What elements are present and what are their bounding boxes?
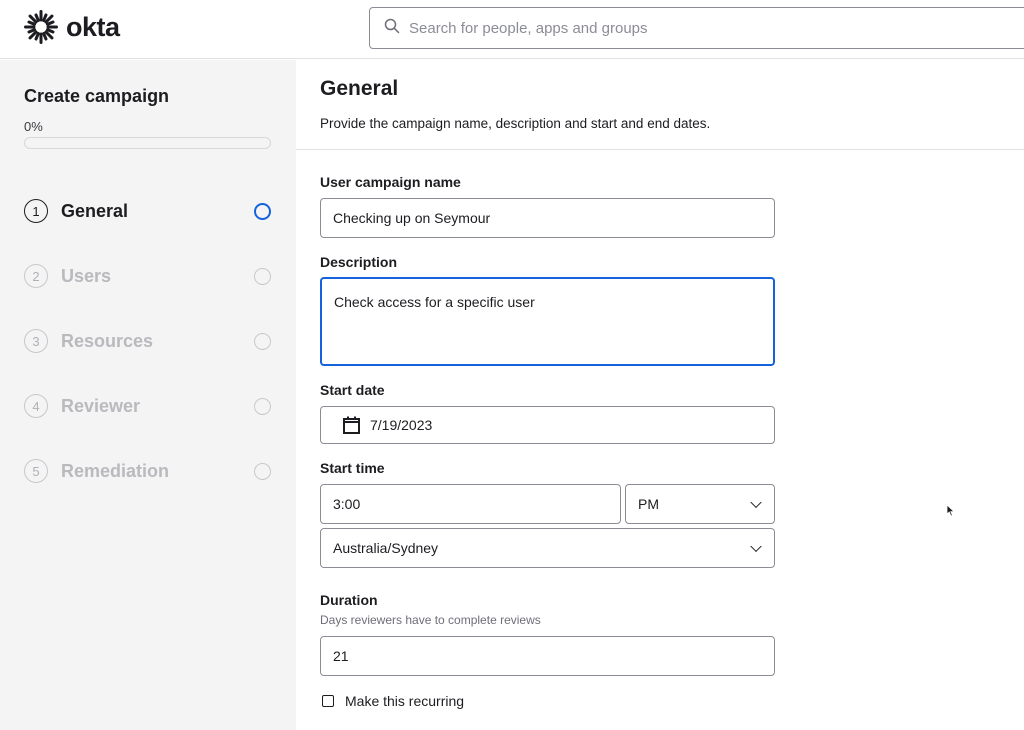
ampm-select[interactable]: PM [625,484,775,524]
duration-field[interactable] [320,636,775,676]
step-remediation[interactable]: 5 Remediation [24,456,280,486]
step-label: Reviewer [61,395,141,416]
start-time-label: Start time [320,460,385,476]
progress-percent: 0% [24,119,43,134]
step-label: Remediation [61,460,170,481]
campaign-sidebar: Create campaign 0% 1 General 2 Users 3 R… [0,60,296,730]
timezone-value: Australia/Sydney [333,540,439,556]
top-bar: okta [0,0,1024,59]
step-number: 3 [24,329,48,353]
page-title: General [320,77,399,100]
search-bar[interactable] [369,7,1024,49]
description-field[interactable] [320,277,775,366]
step-status-icon [254,333,271,350]
duration-label: Duration [320,592,378,608]
search-input[interactable] [409,19,909,37]
step-label: Resources [61,330,154,351]
campaign-name-field[interactable] [320,198,775,238]
campaign-name-label: User campaign name [320,174,461,190]
step-number: 4 [24,394,48,418]
step-label: Users [61,265,112,286]
step-resources[interactable]: 3 Resources [24,326,280,356]
step-number: 5 [24,459,48,483]
step-users[interactable]: 2 Users [24,261,280,291]
timezone-select[interactable]: Australia/Sydney [320,528,775,568]
brand-name: okta [66,12,120,42]
search-icon [384,18,400,39]
step-status-icon [254,398,271,415]
recurring-checkbox[interactable] [322,695,334,707]
start-date-value[interactable]: 7/19/2023 [370,417,432,433]
step-number: 2 [24,264,48,288]
ampm-value: PM [638,496,659,512]
step-status-icon [254,268,271,285]
step-number: 1 [24,199,48,223]
recurring-option[interactable]: Make this recurring [322,693,464,709]
step-general[interactable]: 1 General [24,196,280,226]
page-subtitle: Provide the campaign name, description a… [320,116,711,131]
step-label: General [61,200,129,221]
start-time-field[interactable] [320,484,621,524]
start-date-label: Start date [320,382,385,398]
description-textarea[interactable] [334,293,773,353]
chevron-down-icon [750,540,762,553]
recurring-label: Make this recurring [345,693,465,709]
okta-logo[interactable]: okta [24,10,120,49]
step-status-icon [254,463,271,480]
progress-bar [24,137,271,149]
mouse-cursor-icon [946,504,956,522]
start-date-field[interactable]: 7/19/2023 [320,406,775,444]
header-divider [296,149,1024,150]
description-label: Description [320,254,398,270]
main-panel: General Provide the campaign name, descr… [296,60,1024,730]
campaign-name-input[interactable] [333,210,774,226]
sidebar-title: Create campaign [24,86,170,106]
start-time-input[interactable] [333,496,620,512]
step-status-icon [254,203,271,220]
duration-input[interactable] [333,648,774,664]
calendar-icon[interactable] [343,416,360,434]
okta-sunburst-icon [24,10,58,49]
chevron-down-icon [750,496,762,509]
duration-hint: Days reviewers have to complete reviews [320,613,541,627]
step-reviewer[interactable]: 4 Reviewer [24,391,280,421]
